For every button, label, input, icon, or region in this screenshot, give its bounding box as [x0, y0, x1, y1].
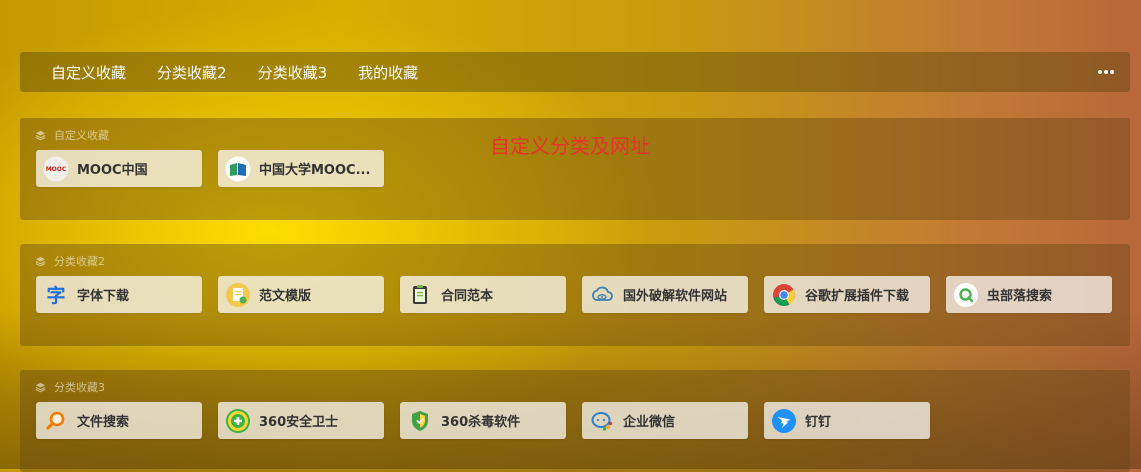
section-category-favorites-3: 分类收藏3 文件搜索 360安全卫士 360杀毒软件 企业微信 钉钉 — [20, 370, 1130, 472]
category-nav-bar: 自定义收藏 分类收藏2 分类收藏3 我的收藏 — [20, 52, 1130, 92]
site-card-label: 谷歌扩展插件下载 — [805, 289, 910, 304]
tab-category-favorites-3[interactable]: 分类收藏3 — [258, 62, 328, 83]
site-card-file-search[interactable]: 文件搜索 — [36, 402, 202, 439]
site-card-label: 钉钉 — [805, 415, 832, 430]
site-card-360-security[interactable]: 360安全卫士 — [218, 402, 384, 439]
site-card-label: 360杀毒软件 — [441, 415, 521, 430]
site-card-label: 360安全卫士 — [259, 415, 339, 430]
more-dots-icon[interactable] — [1096, 64, 1116, 80]
svg-text:字: 字 — [46, 284, 65, 307]
site-card-chrome-extensions[interactable]: 谷歌扩展插件下载 — [764, 276, 930, 313]
layers-icon — [35, 130, 46, 140]
tab-category-favorites-2[interactable]: 分类收藏2 — [157, 62, 227, 83]
china-university-mooc-icon — [225, 156, 251, 182]
site-card-document-templates[interactable]: 范文模版 — [218, 276, 384, 313]
360-shield-icon — [407, 408, 433, 434]
site-card-wecom[interactable]: 企业微信 — [582, 402, 748, 439]
site-card-label: 合同范本 — [441, 289, 494, 304]
site-card-label: 范文模版 — [259, 289, 312, 304]
wecom-icon — [589, 408, 615, 434]
360-guard-icon — [225, 408, 251, 434]
section-title: 自定义收藏 — [54, 129, 109, 142]
site-card-label: 字体下载 — [77, 289, 130, 304]
site-card-label: MOOC中国 — [77, 163, 148, 178]
document-template-icon — [225, 282, 251, 308]
green-search-icon — [953, 282, 979, 308]
layers-icon — [35, 256, 46, 266]
site-card-foreign-software[interactable]: 国外破解软件网站 — [582, 276, 748, 313]
site-card-mooc-china[interactable]: MOOC MOOC中国 — [36, 150, 202, 187]
annotation-text: 自定义分类及网址 — [490, 134, 650, 158]
site-card-label: 中国大学MOOC... — [259, 163, 371, 178]
layers-icon — [35, 382, 46, 392]
site-card-contract-templates[interactable]: 合同范本 — [400, 276, 566, 313]
section-category-favorites-2: 分类收藏2 字 字体下载 范文模版 合同范本 国外破解软件网站 谷歌扩展插件下载 — [20, 244, 1130, 346]
section-title: 分类收藏2 — [54, 255, 105, 268]
chrome-icon — [771, 282, 797, 308]
section-title: 分类收藏3 — [54, 381, 105, 394]
tab-my-favorites[interactable]: 我的收藏 — [358, 62, 418, 83]
dingtalk-icon — [771, 408, 797, 434]
orange-search-icon — [43, 408, 69, 434]
site-card-label: 企业微信 — [623, 415, 676, 430]
site-card-label: 国外破解软件网站 — [623, 289, 728, 304]
site-card-chongbuluo-search[interactable]: 虫部落搜索 — [946, 276, 1112, 313]
cloud-eye-icon — [589, 282, 615, 308]
svg-text:MOOC: MOOC — [46, 166, 67, 173]
site-card-label: 文件搜索 — [77, 415, 130, 430]
mooc-china-logo-icon: MOOC — [43, 156, 69, 182]
site-card-360-antivirus[interactable]: 360杀毒软件 — [400, 402, 566, 439]
contract-clipboard-icon — [407, 282, 433, 308]
site-card-dingtalk[interactable]: 钉钉 — [764, 402, 930, 439]
site-card-china-university-mooc[interactable]: 中国大学MOOC... — [218, 150, 384, 187]
tab-custom-favorites[interactable]: 自定义收藏 — [51, 62, 126, 83]
site-card-font-download[interactable]: 字 字体下载 — [36, 276, 202, 313]
font-char-icon: 字 — [43, 282, 69, 308]
site-card-label: 虫部落搜索 — [987, 289, 1053, 304]
